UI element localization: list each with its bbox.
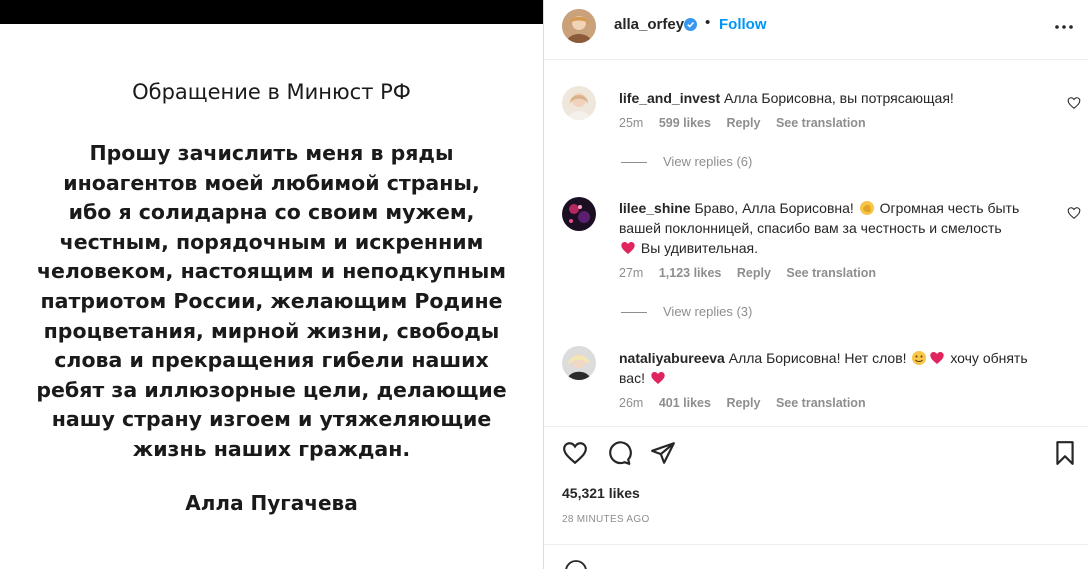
comment-body: Алла Борисовна, вы потрясающая! bbox=[724, 90, 954, 106]
share-icon[interactable] bbox=[650, 440, 676, 466]
heart-icon[interactable] bbox=[562, 440, 588, 466]
comment-icon[interactable] bbox=[606, 440, 632, 466]
comment-likes[interactable]: 401 likes bbox=[659, 396, 711, 410]
actions-divider bbox=[544, 426, 1088, 427]
see-translation-button[interactable]: See translation bbox=[776, 396, 866, 410]
hugging-face-emoji-icon bbox=[912, 351, 927, 365]
statement-line: человеком, настоящим и неподкупным bbox=[36, 259, 507, 284]
comment-time: 26m bbox=[619, 396, 644, 410]
statement-signature: Алла Пугачева bbox=[185, 491, 358, 515]
comment-likes[interactable]: 599 likes bbox=[659, 116, 711, 130]
comment-time: 27m bbox=[619, 266, 644, 280]
statement-text: Обращение в Минюст РФ Прошу зачислить ме… bbox=[0, 0, 543, 569]
replies-rule bbox=[621, 162, 647, 164]
statement-line: ребят за иллюзорные цели, делающие bbox=[36, 377, 507, 402]
comment-meta: 25m 599 likes Reply See translation bbox=[619, 116, 878, 130]
commenter-avatar[interactable] bbox=[562, 86, 596, 120]
comment-text: life_and_invest Алла Борисовна, вы потря… bbox=[619, 88, 1049, 108]
commenter-avatar[interactable] bbox=[562, 346, 596, 380]
emoji-icon[interactable] bbox=[564, 559, 588, 569]
statement-line: иноагентов моей любимой страны, bbox=[63, 170, 480, 195]
clapping-hands-emoji-icon bbox=[859, 201, 874, 215]
commenter-username[interactable]: life_and_invest bbox=[619, 90, 720, 106]
post-likes-count[interactable]: 45,321 likes bbox=[562, 485, 640, 501]
post-image: Обращение в Минюст РФ Прошу зачислить ме… bbox=[0, 0, 543, 569]
post-timestamp: 28 MINUTES AGO bbox=[562, 514, 650, 525]
comment-body: Браво, Алла Борисовна! bbox=[694, 200, 854, 216]
comment-like-icon[interactable] bbox=[1067, 96, 1081, 110]
statement-line: нашу страну изгоем и утяжеляющие bbox=[51, 407, 492, 432]
reply-button[interactable]: Reply bbox=[737, 266, 771, 280]
author-avatar[interactable] bbox=[562, 9, 596, 43]
follow-button[interactable]: Follow bbox=[719, 16, 767, 33]
view-replies-label: View replies (6) bbox=[663, 154, 753, 169]
replies-rule bbox=[621, 312, 647, 314]
statement-line: процветания, мирной жизни, свободы bbox=[43, 318, 500, 343]
comment-input-divider bbox=[544, 544, 1088, 545]
statement-line: Прошу зачислить меня в ряды bbox=[89, 141, 454, 165]
view-replies-button[interactable]: View replies (6) bbox=[621, 154, 752, 169]
view-replies-button[interactable]: View replies (3) bbox=[621, 304, 752, 319]
bookmark-icon[interactable] bbox=[1052, 440, 1078, 466]
comment-body: Алла Борисовна! Нет слов! bbox=[728, 350, 907, 366]
statement-body: Прошу зачислить меня в ряды иноагентов м… bbox=[0, 139, 543, 465]
reply-button[interactable]: Reply bbox=[726, 396, 760, 410]
view-replies-label: View replies (3) bbox=[663, 304, 753, 319]
comment-body: Вы удивительная. bbox=[640, 240, 758, 256]
commenter-avatar[interactable] bbox=[562, 197, 596, 231]
comment-time: 25m bbox=[619, 116, 644, 130]
comment-likes[interactable]: 1,123 likes bbox=[659, 266, 722, 280]
post-side-panel: alla_orfey • Follow life_and_invest Алла… bbox=[544, 0, 1088, 569]
statement-heading: Обращение в Минюст РФ bbox=[132, 80, 411, 104]
comment-text: nataliyabureeva Алла Борисовна! Нет слов… bbox=[619, 348, 1049, 388]
reply-button[interactable]: Reply bbox=[726, 116, 760, 130]
see-translation-button[interactable]: See translation bbox=[786, 266, 876, 280]
more-options-icon[interactable] bbox=[1054, 24, 1074, 30]
author-username[interactable]: alla_orfey bbox=[614, 16, 684, 33]
statement-line: ибо я солидарна со своим мужем, bbox=[68, 200, 475, 225]
comment-meta: 26m 401 likes Reply See translation bbox=[619, 396, 878, 410]
comment-text: lilee_shine Браво, Алла Борисовна! Огром… bbox=[619, 198, 1049, 258]
statement-line: патриотом России, желающим Родине bbox=[40, 288, 503, 313]
red-heart-emoji-icon bbox=[930, 352, 945, 364]
statement-line: жизнь наших граждан. bbox=[132, 436, 411, 461]
commenter-username[interactable]: nataliyabureeva bbox=[619, 350, 725, 366]
red-heart-emoji-icon bbox=[621, 242, 635, 254]
post-header: alla_orfey • Follow bbox=[544, 0, 1088, 60]
red-heart-emoji-icon bbox=[651, 372, 665, 384]
see-translation-button[interactable]: See translation bbox=[776, 116, 866, 130]
verified-badge-icon bbox=[684, 18, 697, 31]
statement-line: честным, порядочным и искренним bbox=[59, 229, 484, 254]
commenter-username[interactable]: lilee_shine bbox=[619, 200, 691, 216]
comment-meta: 27m 1,123 likes Reply See translation bbox=[619, 266, 888, 280]
statement-line: слова и прекращения гибели наших bbox=[54, 348, 489, 373]
separator-dot: • bbox=[705, 14, 711, 31]
comment-like-icon[interactable] bbox=[1067, 206, 1081, 220]
